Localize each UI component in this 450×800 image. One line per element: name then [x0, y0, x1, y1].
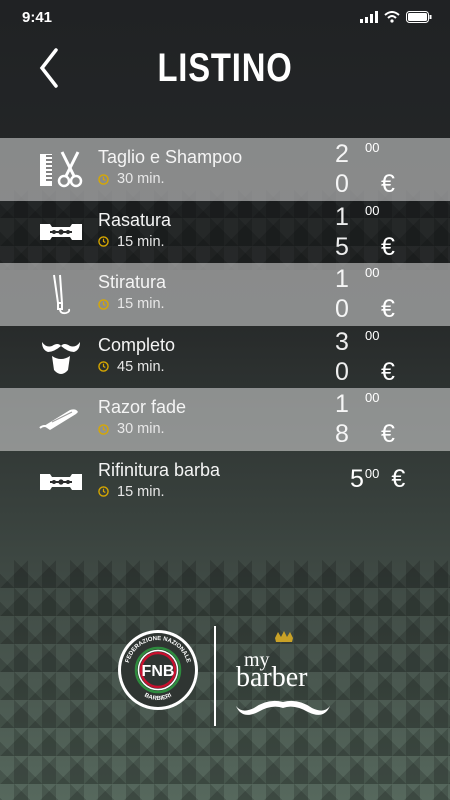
service-row-taglio-e-shampoo[interactable]: Taglio e Shampoo 30 min. 2 00 0 €: [0, 138, 450, 201]
price-digit: 1: [335, 202, 349, 231]
service-name: Completo: [98, 334, 176, 355]
duration-text: 30 min.: [117, 171, 165, 187]
clock-icon: [98, 486, 109, 497]
signal-icon: [360, 11, 378, 23]
price-digit: 1: [335, 265, 349, 293]
price-cents: 00: [364, 465, 380, 481]
price-list: Taglio e Shampoo 30 min. 2 00 0 € Rasatu…: [0, 138, 450, 513]
service-price: 5 00 €: [350, 465, 405, 494]
price-digit: 5: [335, 232, 349, 261]
duration-text: 30 min.: [117, 421, 165, 437]
mustache-icon: [236, 700, 330, 715]
service-price: 3 00 0 €: [335, 328, 445, 388]
razor-blade-icon: [40, 223, 82, 240]
straight-razor-icon: [39, 409, 78, 430]
logo-divider: [214, 626, 216, 726]
price-digit: 0: [335, 295, 349, 323]
service-price: 1 00 5 €: [335, 203, 445, 263]
brand-line2: barber: [236, 662, 308, 693]
status-time: 9:41: [22, 9, 53, 26]
status-icons: [360, 11, 432, 23]
duration-text: 15 min.: [117, 483, 165, 500]
service-row-razor-fade[interactable]: Razor fade 30 min. 1 00 8 €: [0, 388, 450, 451]
page-title: LISTINO: [157, 46, 293, 90]
clock-icon: [98, 423, 109, 435]
battery-icon: [406, 11, 432, 23]
service-duration: 45 min.: [98, 359, 165, 375]
service-duration: 30 min.: [98, 171, 165, 187]
service-duration: 15 min.: [98, 296, 165, 312]
service-name: Stiratura: [98, 272, 167, 292]
header: LISTINO: [0, 34, 450, 104]
wifi-icon: [384, 11, 400, 23]
duration-text: 15 min.: [117, 296, 165, 312]
duration-text: 45 min.: [117, 358, 165, 375]
price-cents: 00: [365, 202, 380, 218]
hair-straightener-icon: [53, 274, 71, 315]
price-currency: €: [381, 232, 395, 261]
service-duration: 15 min.: [98, 234, 165, 250]
service-duration: 15 min.: [98, 484, 165, 500]
crown-icon: [275, 631, 293, 642]
footer-logos: FEDERAZIONE NAZIONALE BARBIERI FNB my ba…: [0, 600, 450, 740]
service-row-completo[interactable]: Completo 45 min. 3 00 0 €: [0, 326, 450, 389]
fnb-logo: FEDERAZIONE NAZIONALE BARBIERI FNB: [118, 630, 198, 710]
clock-icon: [98, 361, 109, 372]
price-digit: 2: [335, 140, 349, 168]
service-price: 1 00 8 €: [335, 390, 445, 450]
duration-text: 15 min.: [117, 233, 165, 250]
price-currency: €: [381, 170, 395, 198]
scissors-comb-icon: [40, 151, 83, 188]
service-price: 1 00 0 €: [335, 265, 445, 325]
price-currency: €: [381, 357, 395, 386]
service-price: 2 00 0 €: [335, 140, 445, 200]
price-digit: 0: [335, 170, 349, 198]
clock-icon: [98, 173, 109, 185]
service-row-stiratura[interactable]: Stiratura 15 min. 1 00 0 €: [0, 263, 450, 326]
price-cents: 00: [365, 390, 380, 405]
price-currency: €: [391, 464, 406, 493]
service-name: Taglio e Shampoo: [98, 147, 243, 167]
mybarber-logo: my barber: [236, 631, 330, 715]
service-name: Razor fade: [98, 397, 187, 417]
price-digit: 1: [335, 390, 349, 418]
price-value: 5: [350, 464, 364, 493]
price-digit: 0: [335, 357, 349, 386]
service-duration: 30 min.: [98, 421, 165, 437]
mustache-beard-icon: [42, 341, 80, 374]
service-row-rifinitura-barba[interactable]: Rifinitura barba 15 min. 5 00 €: [0, 451, 450, 514]
price-currency: €: [381, 420, 395, 448]
service-name: Rasatura: [98, 209, 172, 230]
price-digit: 8: [335, 420, 349, 448]
price-cents: 00: [365, 327, 380, 343]
clock-icon: [98, 298, 109, 310]
price-cents: 00: [365, 140, 380, 155]
clock-icon: [98, 236, 109, 247]
razor-blade-icon: [40, 473, 82, 490]
price-digit: 3: [335, 327, 349, 356]
status-bar: 9:41: [0, 0, 450, 34]
service-name: Rifinitura barba: [98, 459, 221, 480]
fnb-initials: FNB: [142, 663, 175, 680]
price-cents: 00: [365, 265, 380, 280]
service-row-rasatura[interactable]: Rasatura 15 min. 1 00 5 €: [0, 201, 450, 264]
price-currency: €: [381, 295, 395, 323]
